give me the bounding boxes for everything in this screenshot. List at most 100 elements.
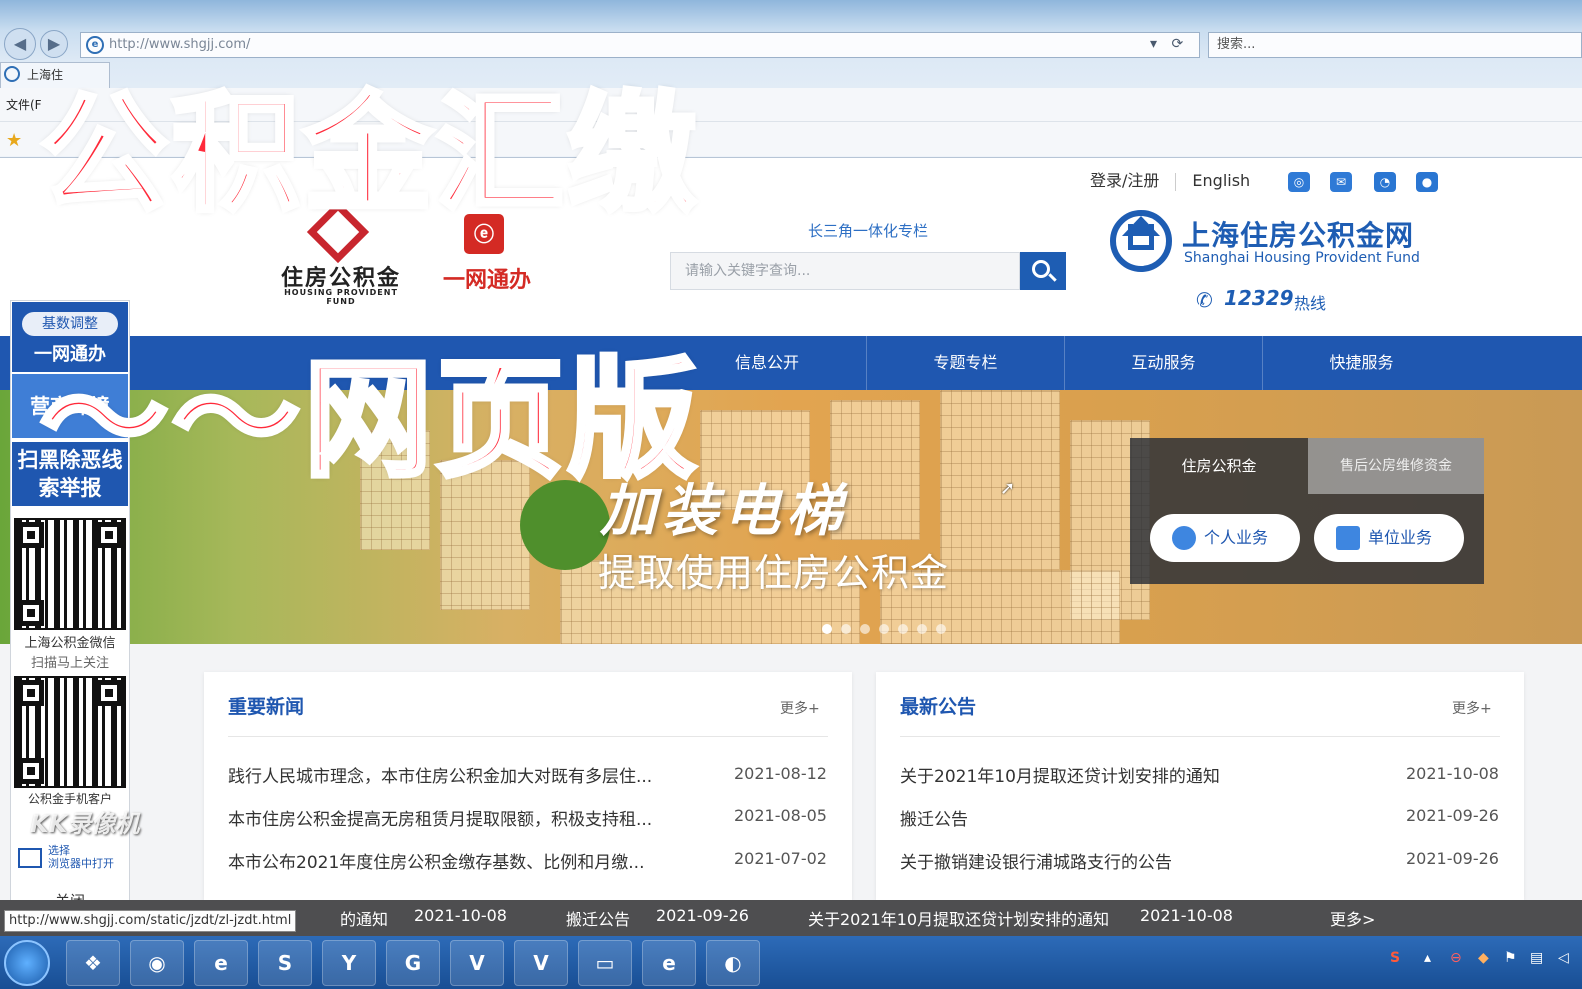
top-links: 登录/注册 English xyxy=(1090,170,1250,194)
nav-item-interactive[interactable]: 互动服务 xyxy=(1064,336,1262,390)
notice-item-date: 2021-09-26 xyxy=(1406,806,1499,825)
overlay-title-line1: 公积金汇缴 xyxy=(37,78,701,232)
search-button[interactable] xyxy=(1020,252,1066,290)
news-item-date: 2021-08-12 xyxy=(734,764,827,783)
wps2-icon[interactable]: V xyxy=(514,940,568,986)
ticker-date: 2021-09-26 xyxy=(656,906,749,925)
notice-item-title[interactable]: 关于撤销建设银行浦城路支行的公告 xyxy=(900,848,1172,873)
yrd-column-link[interactable]: 长三角一体化专栏 xyxy=(808,220,928,241)
nav-item-special-topics[interactable]: 专题专栏 xyxy=(866,336,1064,390)
banner-dot[interactable] xyxy=(860,624,870,634)
news-more-link[interactable]: 更多+ xyxy=(780,698,820,718)
notice-item-date: 2021-09-26 xyxy=(1406,849,1499,868)
news-item-title[interactable]: 本市公布2021年度住房公积金缴存基数、比例和月缴... xyxy=(228,848,644,873)
open-in-browser-icon[interactable] xyxy=(18,848,42,868)
tab-favicon-icon xyxy=(4,66,20,82)
overlay-title-line2: ～～网页版 xyxy=(37,344,701,498)
ticker-item[interactable]: 搬迁公告 xyxy=(566,906,630,930)
personal-business-label: 个人业务 xyxy=(1204,528,1269,547)
ie-icon[interactable]: e xyxy=(642,940,696,986)
news-item-title[interactable]: 践行人民城市理念，本市住房公积金加大对既有多层住... xyxy=(228,762,652,787)
ticker-item[interactable]: 关于2021年10月提取还贷计划安排的通知 xyxy=(808,906,1109,930)
notice-item-title[interactable]: 搬迁公告 xyxy=(900,805,968,830)
wechat-qr-code xyxy=(14,518,126,630)
favorites-star-icon[interactable]: ★ xyxy=(6,130,22,151)
hotline-label: 热线 xyxy=(1294,294,1327,313)
ticker-date: 2021-10-08 xyxy=(414,906,507,925)
game-icon[interactable]: Y xyxy=(322,940,376,986)
qr-finder xyxy=(18,680,44,706)
weibo-icon[interactable]: ◔ xyxy=(1374,172,1396,192)
banner-dot[interactable] xyxy=(898,624,908,634)
status-bar-url: http://www.shgjj.com/static/jzdt/zl-jzdt… xyxy=(4,910,297,932)
logo2-text: 一网通办 xyxy=(442,268,531,293)
photo-gallery-icon[interactable]: ❖ xyxy=(66,940,120,986)
mail-icon[interactable]: ✉ xyxy=(1330,172,1352,192)
site-search-input[interactable]: 请输入关键字查询... xyxy=(670,252,1020,290)
important-news-title: 重要新闻 xyxy=(228,696,305,718)
qr-finder xyxy=(96,522,122,548)
hotline-number: 12329 xyxy=(1224,286,1294,310)
ticker-item[interactable]: 的通知 xyxy=(340,906,388,930)
divider xyxy=(1175,172,1177,191)
wps-icon[interactable]: V xyxy=(450,940,504,986)
notice-item-title[interactable]: 关于2021年10月提取还贷计划安排的通知 xyxy=(900,762,1220,787)
volume-icon[interactable]: ◁ xyxy=(1558,950,1569,966)
screen: ◀ ▶ http://www.shgjj.com/ e ▾ ⟳ 搜索... 上海… xyxy=(0,0,1582,989)
tray-expand-icon[interactable]: ▴ xyxy=(1424,950,1431,966)
sogou-icon[interactable]: S xyxy=(258,940,312,986)
recorder-watermark: KK录像机 xyxy=(30,810,140,838)
unit-business-button[interactable]: 单位业务 xyxy=(1314,514,1464,562)
network-icon[interactable]: ▤ xyxy=(1530,950,1543,966)
tab-maintenance-fund[interactable]: 售后公房维修资金 xyxy=(1308,438,1484,494)
english-link[interactable]: English xyxy=(1192,170,1250,192)
chrome-icon[interactable]: ◉ xyxy=(130,940,184,986)
nav-item-quick-services[interactable]: 快捷服务 xyxy=(1262,336,1460,390)
qr1-caption-sub: 扫描马上关注 xyxy=(30,656,109,671)
divider xyxy=(228,736,828,737)
notice-item-date: 2021-10-08 xyxy=(1406,764,1499,783)
ie-green-icon[interactable]: e xyxy=(194,940,248,986)
login-register-link[interactable]: 登录/注册 xyxy=(1090,170,1159,192)
browser-search-input[interactable]: 搜索... xyxy=(1208,32,1582,58)
banner-dot[interactable] xyxy=(917,624,927,634)
person-icon xyxy=(1172,526,1196,550)
pdf-icon[interactable]: G xyxy=(386,940,440,986)
qr1-caption: 上海公积金微信 xyxy=(24,636,116,651)
logo1-subtext: HOUSING PROVIDENT FUND xyxy=(284,288,398,306)
news-item-date: 2021-07-02 xyxy=(734,849,827,868)
wechat-icon[interactable]: ● xyxy=(1416,172,1438,192)
qr-finder xyxy=(18,758,44,784)
news-item-date: 2021-08-05 xyxy=(734,806,827,825)
banner-dot[interactable] xyxy=(936,624,946,634)
banner-subline: 提取使用住房公积金 xyxy=(598,551,950,595)
news-item-title[interactable]: 本市住房公积金提高无房租赁月提取限额，积极支持租... xyxy=(228,805,652,830)
accessibility-icon[interactable]: ◎ xyxy=(1288,172,1310,192)
open-in-browser-text[interactable]: 选择 浏览器中打开 xyxy=(48,844,114,870)
start-button[interactable] xyxy=(4,940,50,986)
banner-dot[interactable] xyxy=(879,624,889,634)
folder-icon[interactable]: ▭ xyxy=(578,940,632,986)
site-brand[interactable]: 上海住房公积金网 Shanghai Housing Provident Fund xyxy=(1110,210,1440,280)
qr-finder xyxy=(18,522,44,548)
ticker-more-link[interactable]: 更多> xyxy=(1330,906,1375,930)
ime-icon[interactable]: S xyxy=(1390,950,1400,966)
unit-business-label: 单位业务 xyxy=(1368,528,1433,547)
mouse-cursor-icon: ➚ xyxy=(1000,478,1016,499)
banner-dot[interactable] xyxy=(841,624,851,634)
personal-business-button[interactable]: 个人业务 xyxy=(1150,514,1300,562)
banner-dot[interactable] xyxy=(822,624,832,634)
phone-icon: ✆ xyxy=(1196,288,1213,312)
search-icon-handle xyxy=(1048,273,1057,282)
tray-app-icon[interactable]: ⊖ xyxy=(1450,950,1462,966)
capture-icon[interactable]: ◐ xyxy=(706,940,760,986)
back-icon[interactable]: ◀ xyxy=(4,28,36,60)
qr-finder xyxy=(18,600,44,626)
address-tools[interactable]: ▾ ⟳ xyxy=(1150,36,1183,52)
app-qr-code xyxy=(14,676,126,788)
flag-icon[interactable]: ⚑ xyxy=(1504,950,1517,966)
tray-app-icon[interactable]: ◆ xyxy=(1478,950,1489,966)
notices-more-link[interactable]: 更多+ xyxy=(1452,698,1492,718)
brand-name-en: Shanghai Housing Provident Fund xyxy=(1184,250,1420,266)
tab-housing-fund[interactable]: 住房公积金 xyxy=(1130,438,1308,494)
